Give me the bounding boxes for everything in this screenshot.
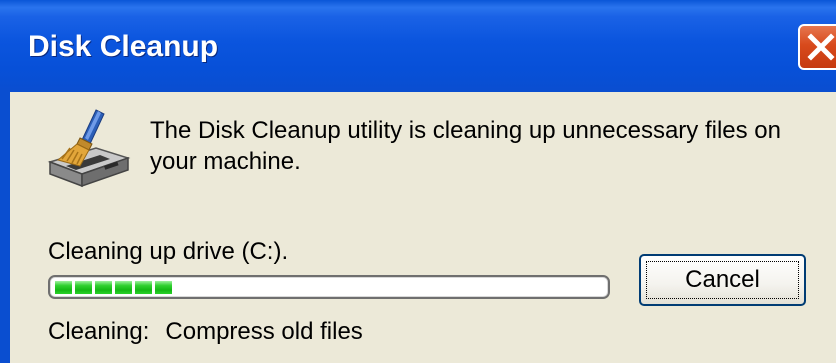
status-label: Cleaning: [48, 318, 150, 345]
progress-segment [75, 281, 92, 294]
cancel-button[interactable]: Cancel [639, 254, 806, 306]
description-text: The Disk Cleanup utility is cleaning up … [150, 117, 781, 175]
progress-segment [155, 281, 172, 294]
progress-fill [55, 281, 172, 294]
progress-bar [48, 275, 610, 299]
close-icon [807, 33, 835, 61]
cancel-button-label: Cancel [685, 266, 760, 293]
progress-segment [55, 281, 72, 294]
disk-cleanup-icon [44, 104, 134, 194]
window-frame-left [0, 92, 10, 363]
window-title: Disk Cleanup [28, 30, 219, 63]
status-line: Cleaning: Compress old files [48, 318, 363, 346]
disk-cleanup-window: Disk Cleanup The Disk Cleanup utility is… [0, 0, 836, 363]
progress-segment [95, 281, 112, 294]
close-button[interactable] [798, 24, 836, 70]
progress-segment [115, 281, 132, 294]
drive-label: Cleaning up drive (C:). [48, 238, 289, 265]
status-value: Compress old files [165, 318, 363, 345]
progress-segment [135, 281, 152, 294]
title-bar[interactable]: Disk Cleanup [0, 0, 836, 92]
